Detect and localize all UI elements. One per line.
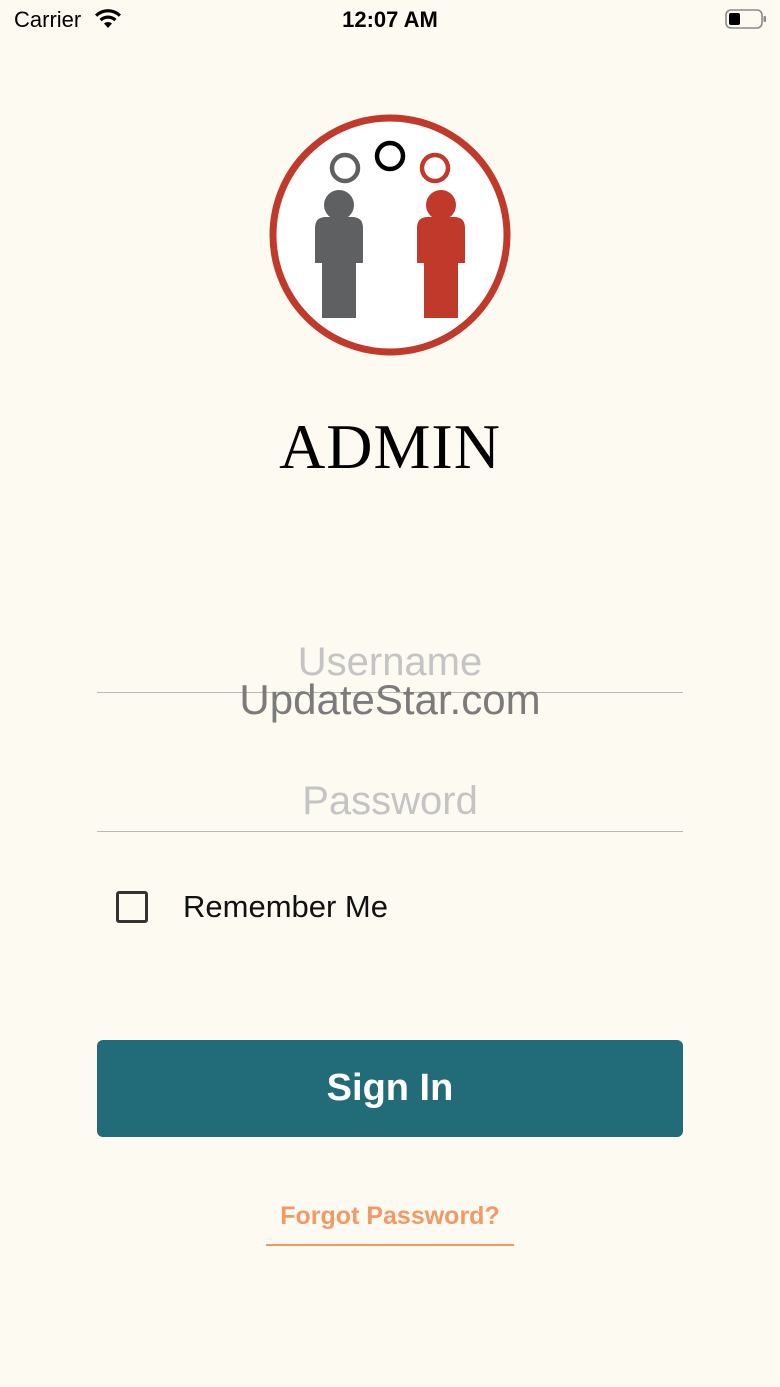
remember-me-label: Remember Me bbox=[183, 889, 388, 924]
status-time: 12:07 AM bbox=[342, 7, 438, 32]
sign-in-button[interactable]: Sign In bbox=[97, 1040, 683, 1137]
username-input[interactable] bbox=[97, 632, 683, 693]
battery-icon bbox=[725, 9, 766, 29]
forgot-password-link[interactable]: Forgot Password? bbox=[266, 1202, 514, 1246]
remember-me-row[interactable]: Remember Me bbox=[116, 886, 388, 928]
remember-me-checkbox[interactable] bbox=[116, 891, 148, 923]
status-bar: Carrier 12:07 AM bbox=[0, 0, 780, 40]
password-input[interactable] bbox=[97, 771, 683, 832]
app-title: ADMIN bbox=[279, 411, 501, 482]
admin-logo-icon bbox=[269, 114, 511, 356]
